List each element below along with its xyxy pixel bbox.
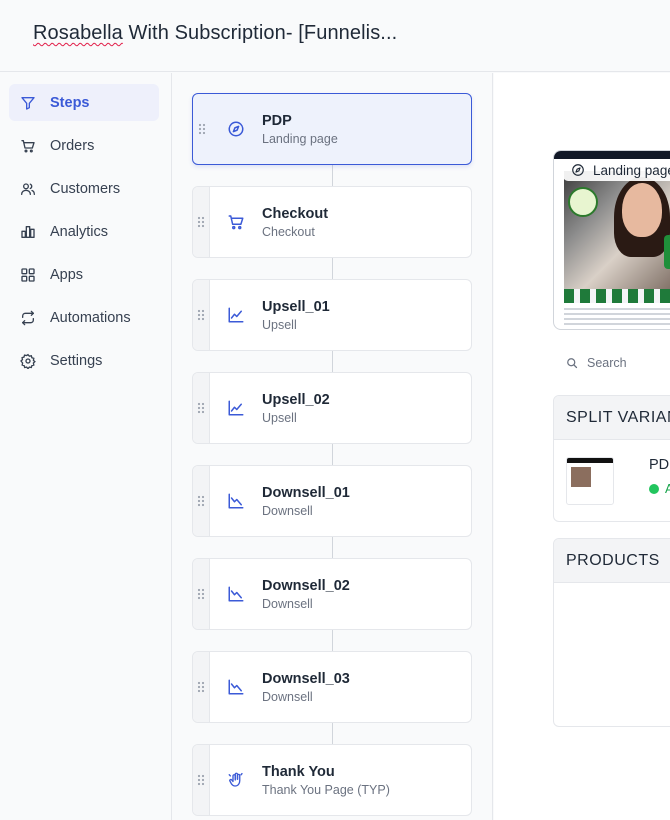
step-name: Downsell_03	[262, 670, 350, 687]
step-type: Landing page	[262, 131, 338, 146]
gear-icon	[20, 353, 36, 369]
drag-handle-icon[interactable]	[193, 373, 210, 443]
preview-product-strip	[564, 289, 670, 303]
step-type: Downsell	[262, 689, 313, 704]
sidebar-item-label: Settings	[50, 352, 103, 369]
drag-handle-icon[interactable]	[193, 94, 210, 164]
sidebar-item-label: Steps	[50, 94, 90, 111]
funnel-title-brand: Rosabella	[33, 22, 123, 44]
preview-topbar	[554, 151, 670, 159]
step-card-upsell-01[interactable]: Upsell_01 Upsell	[192, 279, 472, 351]
cart-icon	[210, 187, 262, 257]
drag-handle-icon[interactable]	[193, 466, 210, 536]
preview-type-tag: Landing page	[563, 159, 670, 181]
sidebar-item-apps[interactable]: Apps	[9, 256, 159, 293]
hand-wave-icon	[210, 745, 262, 815]
drag-handle-icon[interactable]	[193, 559, 210, 629]
split-variants-panel: SPLIT VARIAN PDI A	[553, 395, 670, 522]
step-connector	[332, 444, 333, 466]
step-name: PDP	[262, 112, 292, 129]
variant-name[interactable]: PDI	[649, 457, 670, 473]
step-type: Downsell	[262, 503, 313, 518]
sidebar-item-label: Automations	[50, 309, 131, 326]
top-header: Rosabella With Subscription- [Funnelis..…	[0, 0, 670, 72]
trending-up-icon	[210, 373, 262, 443]
step-type: Upsell	[262, 410, 297, 425]
step-connector	[332, 165, 333, 187]
step-type: Thank You Page (TYP)	[262, 782, 390, 797]
preview-text-lines	[564, 308, 670, 326]
step-name: Upsell_02	[262, 391, 330, 408]
step-card-thank-you[interactable]: Thank You Thank You Page (TYP)	[192, 744, 472, 816]
step-type: Checkout	[262, 224, 315, 239]
step-card-pdp[interactable]: PDP Landing page	[192, 93, 472, 165]
grid-icon	[21, 267, 35, 282]
compass-icon	[572, 164, 584, 176]
step-name: Thank You	[262, 763, 335, 780]
step-connector	[332, 723, 333, 745]
step-connector	[332, 351, 333, 373]
preview-person-face	[622, 183, 662, 237]
preview-type-label: Landing page	[593, 162, 670, 178]
repeat-icon	[22, 310, 34, 325]
drag-handle-icon[interactable]	[193, 652, 210, 722]
step-name: Downsell_01	[262, 484, 350, 501]
search-input[interactable]: Search	[566, 356, 627, 370]
sidebar-item-analytics[interactable]: Analytics	[9, 213, 159, 250]
sidebar-item-automations[interactable]: Automations	[9, 299, 159, 336]
status-dot-icon	[649, 484, 659, 494]
sidebar-item-label: Apps	[50, 266, 84, 283]
search-placeholder: Search	[587, 356, 627, 370]
drag-handle-icon[interactable]	[193, 280, 210, 350]
preview-badge	[568, 187, 598, 217]
step-name: Upsell_01	[262, 298, 330, 315]
trending-down-icon	[210, 559, 262, 629]
cart-icon	[21, 139, 35, 153]
step-type: Upsell	[262, 317, 297, 332]
step-card-upsell-02[interactable]: Upsell_02 Upsell	[192, 372, 472, 444]
sidebar-item-label: Orders	[50, 137, 95, 154]
sidebar-item-orders[interactable]: Orders	[9, 127, 159, 164]
drag-handle-icon[interactable]	[193, 187, 210, 257]
preview-product-bottle	[664, 235, 670, 269]
products-heading: PRODUCTS	[554, 539, 670, 583]
compass-icon	[210, 94, 262, 164]
products-panel: PRODUCTS	[553, 538, 670, 727]
funnel-title: Rosabella With Subscription- [Funnelis..…	[33, 22, 397, 45]
status-badge: A	[649, 482, 670, 496]
step-connector	[332, 258, 333, 280]
preview-hero-image	[564, 171, 670, 289]
trending-down-icon	[210, 652, 262, 722]
step-name: Checkout	[262, 205, 329, 222]
step-card-checkout[interactable]: Checkout Checkout	[192, 186, 472, 258]
funnel-title-rest: With Subscription- [Funnelis...	[122, 22, 398, 44]
sidebar-nav: Steps Orders Customers Analytics Apps Au…	[0, 73, 172, 820]
trending-down-icon	[210, 466, 262, 536]
sidebar-item-steps[interactable]: Steps	[9, 84, 159, 121]
step-card-downsell-01[interactable]: Downsell_01 Downsell	[192, 465, 472, 537]
sidebar-item-customers[interactable]: Customers	[9, 170, 159, 207]
step-card-downsell-02[interactable]: Downsell_02 Downsell	[192, 558, 472, 630]
sidebar-item-label: Analytics	[50, 223, 109, 240]
users-icon	[21, 182, 35, 195]
step-connector	[332, 537, 333, 559]
sidebar-item-label: Customers	[50, 180, 121, 197]
bar-chart-icon	[21, 225, 35, 238]
status-label: A	[665, 482, 670, 496]
step-type: Downsell	[262, 596, 313, 611]
drag-handle-icon[interactable]	[193, 745, 210, 815]
step-name: Downsell_02	[262, 577, 350, 594]
filter-icon	[21, 96, 35, 110]
variant-thumbnail[interactable]	[566, 457, 614, 505]
split-variants-heading: SPLIT VARIAN	[554, 396, 670, 440]
trending-up-icon	[210, 280, 262, 350]
step-card-downsell-03[interactable]: Downsell_03 Downsell	[192, 651, 472, 723]
search-icon	[567, 358, 578, 369]
sidebar-item-settings[interactable]: Settings	[9, 342, 159, 379]
step-connector	[332, 630, 333, 652]
